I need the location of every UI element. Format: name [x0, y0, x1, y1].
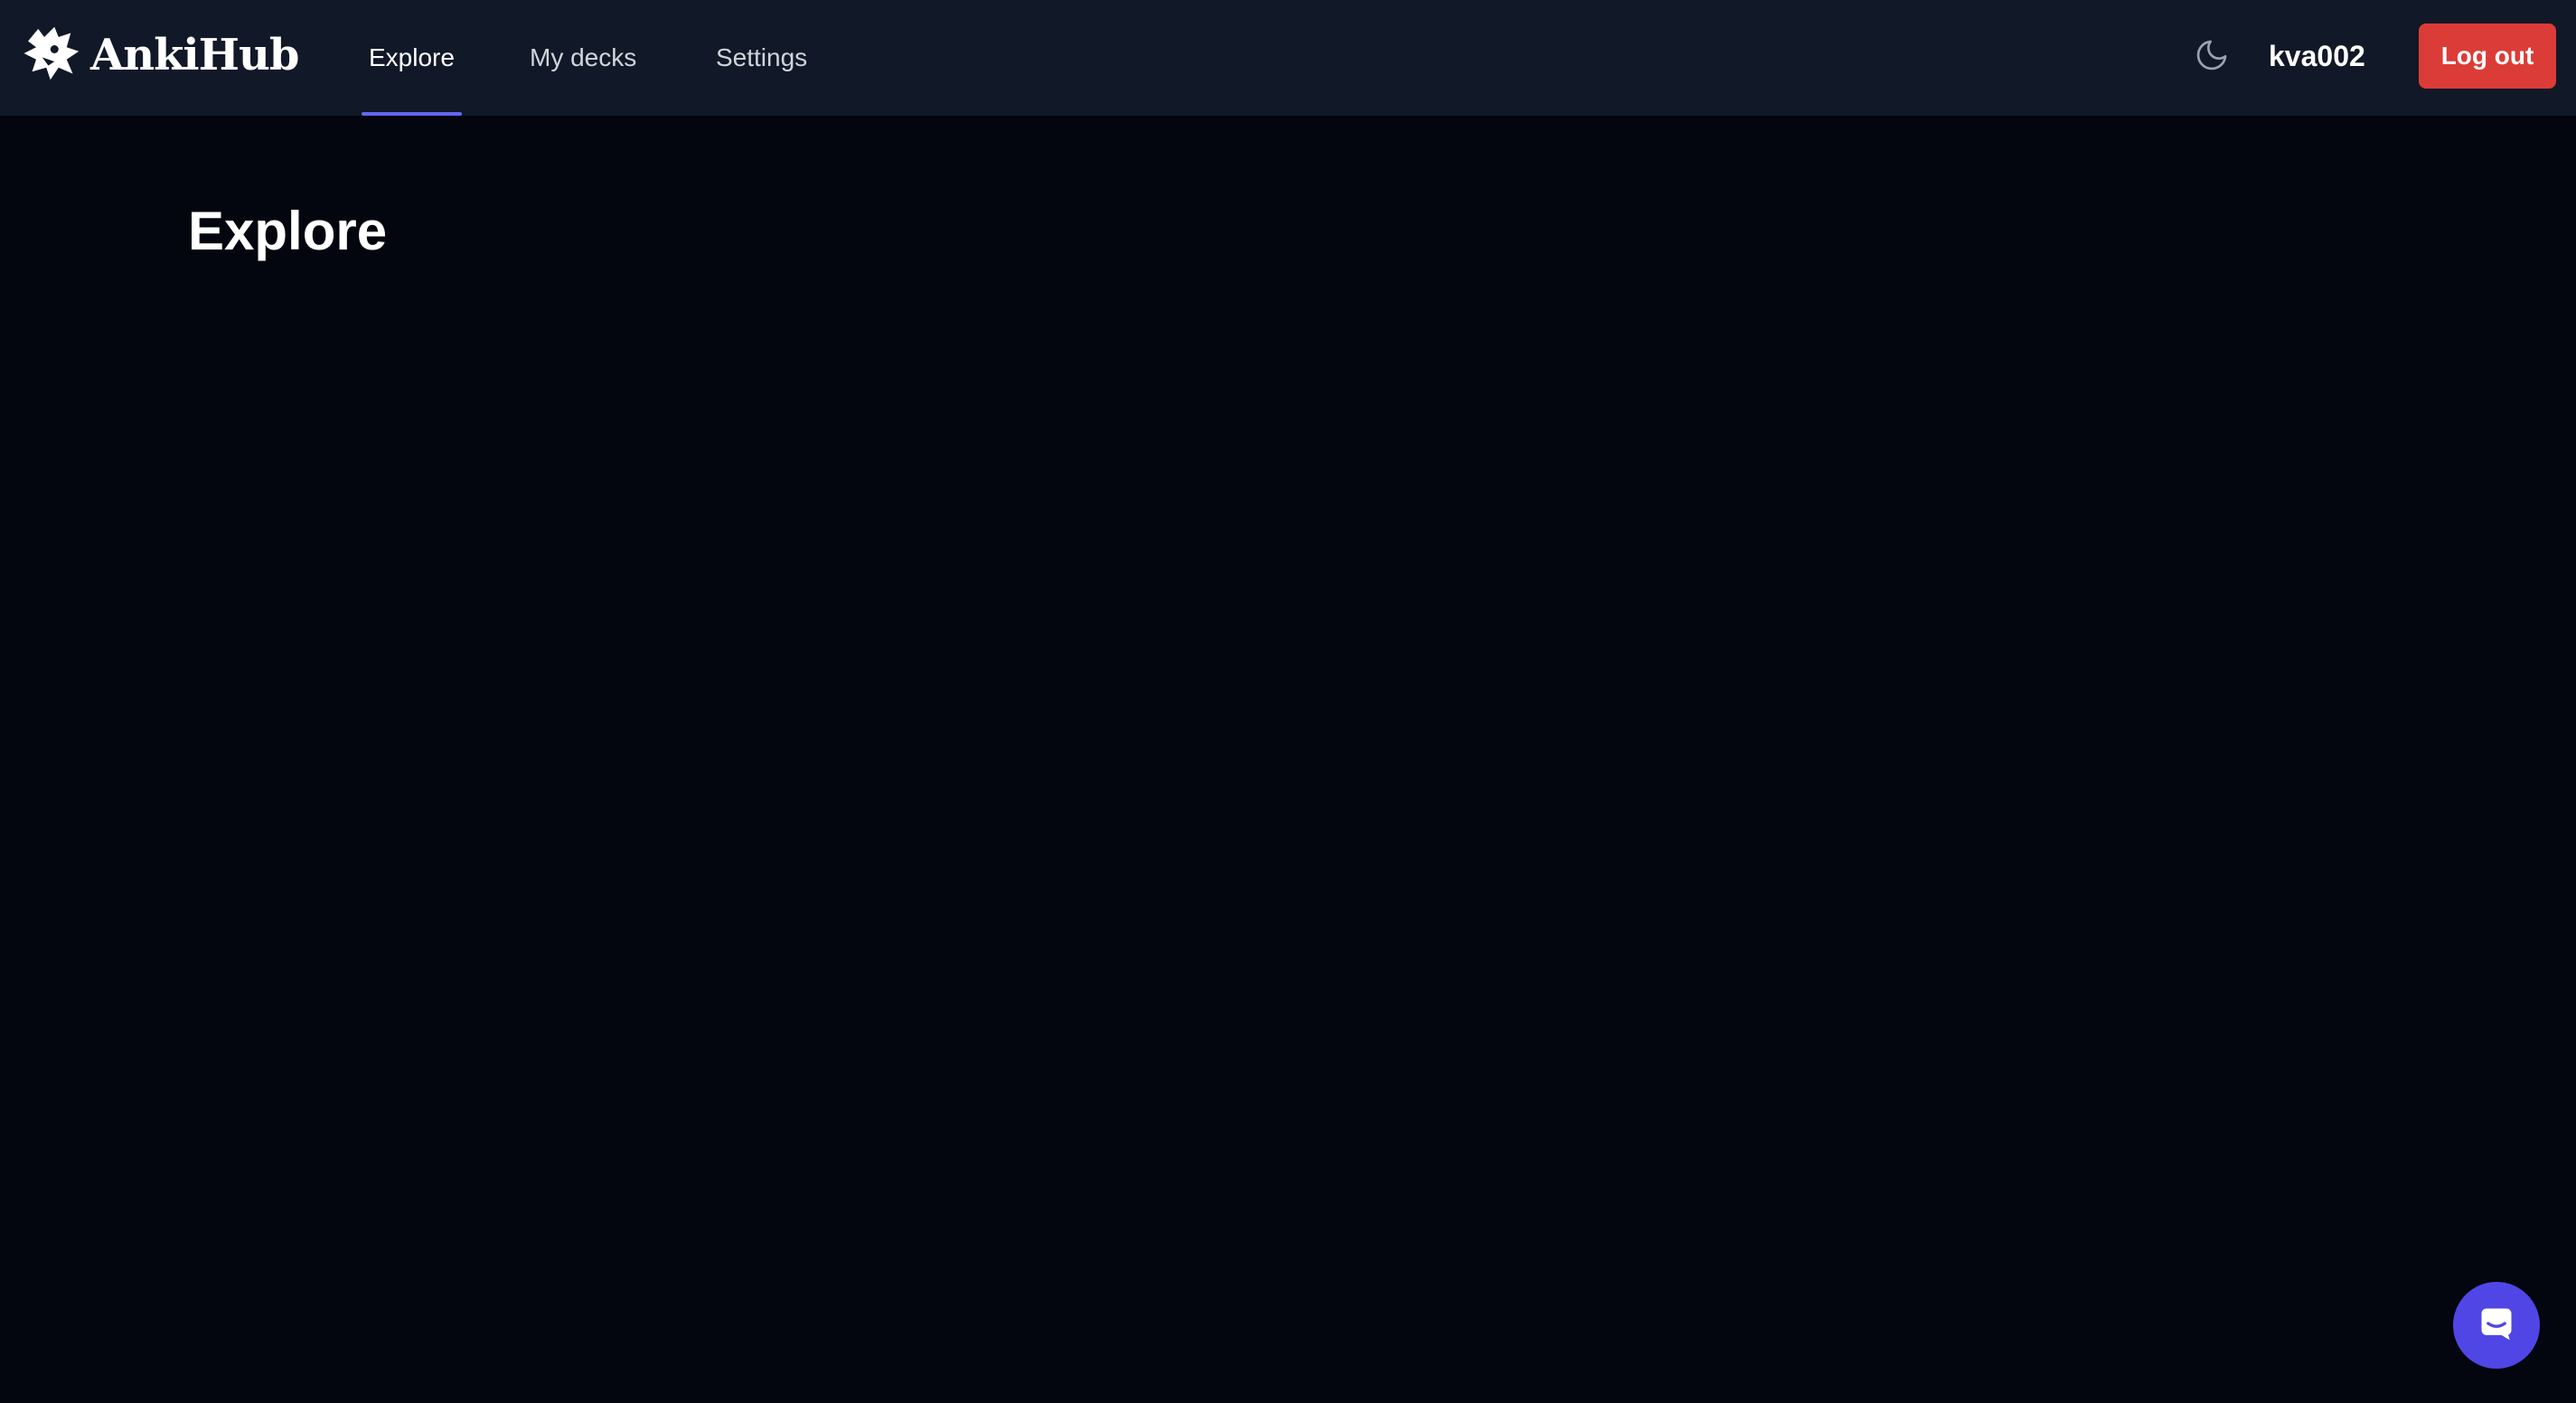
tab-settings-label: Settings — [716, 43, 808, 71]
moon-icon — [2194, 37, 2230, 78]
chat-bubble-icon — [2477, 1304, 2516, 1348]
tab-settings[interactable]: Settings — [716, 0, 807, 116]
brand-name: AnkiHub — [90, 30, 299, 80]
chat-launcher-button[interactable] — [2453, 1282, 2540, 1369]
brand-logo-link[interactable]: AnkiHub — [20, 21, 299, 90]
username: kva002 — [2269, 39, 2365, 72]
theme-toggle-button[interactable] — [2191, 36, 2233, 78]
ankihub-logo-icon — [20, 21, 85, 90]
main-content: Explore — [0, 116, 2576, 1403]
tab-my-decks[interactable]: My decks — [530, 0, 636, 116]
tab-explore-label: Explore — [369, 43, 455, 71]
top-navbar: AnkiHub Explore My decks Settings kva002… — [0, 0, 2576, 116]
logout-button[interactable]: Log out — [2419, 24, 2556, 89]
page-title: Explore — [188, 201, 388, 261]
tab-explore[interactable]: Explore — [362, 0, 462, 116]
tab-my-decks-label: My decks — [530, 43, 637, 71]
